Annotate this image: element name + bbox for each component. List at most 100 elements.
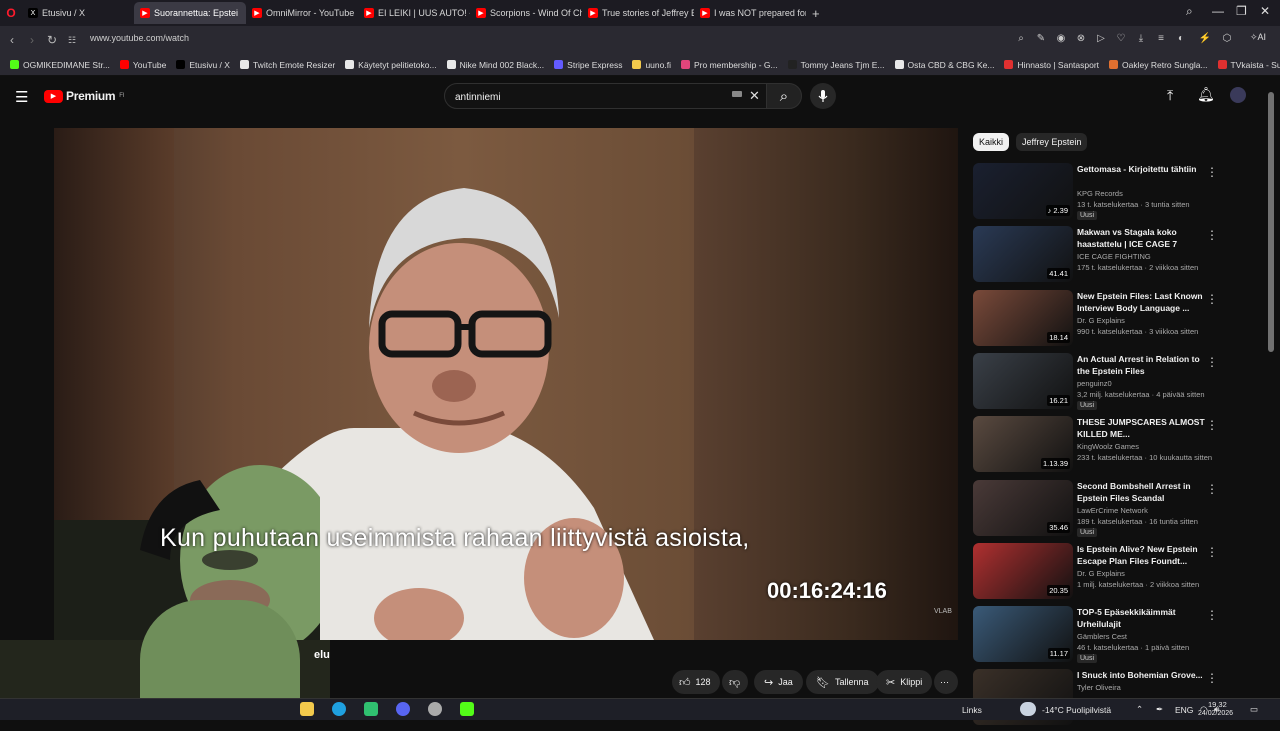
recommendation-thumbnail[interactable]: 11.17 <box>973 606 1073 663</box>
recommendation-channel[interactable]: ICE CAGE FIGHTING <box>1077 252 1151 261</box>
browser-tab[interactable]: X Etusivu / X <box>22 2 134 24</box>
browser-tab[interactable]: ▶ Scorpions - Wind Of Chan <box>470 2 582 24</box>
recommendation-channel[interactable]: Dr. G Explains <box>1077 316 1125 325</box>
more-vert-icon[interactable]: ⋮ <box>1206 165 1218 179</box>
more-actions-button[interactable]: ⋯ <box>934 670 958 694</box>
download-icon[interactable]: ⤓ <box>1134 33 1148 47</box>
wallet-icon[interactable]: ⬡ <box>1220 33 1234 47</box>
chip-jeffrey-epstein[interactable]: Jeffrey Epstein <box>1016 133 1088 151</box>
recommendation-channel[interactable]: Dr. G Explains <box>1077 569 1125 578</box>
recommendation-thumbnail[interactable]: 18.14 <box>973 289 1073 346</box>
voice-search-button[interactable] <box>810 83 836 109</box>
new-tab-button[interactable]: + <box>812 6 820 21</box>
recommendation-title[interactable]: THESE JUMPSCARES ALMOST KILLED ME... <box>1077 416 1205 440</box>
recommendation-title[interactable]: Second Bombshell Arrest in Epstein Files… <box>1077 480 1205 504</box>
site-info-icon[interactable]: ☷ <box>62 35 82 46</box>
reload-icon[interactable]: ↻ <box>42 33 62 47</box>
recommendation-thumbnail[interactable]: 1.13.39 <box>973 416 1073 473</box>
edit-icon[interactable]: ✎ <box>1034 33 1048 47</box>
notification-center-icon[interactable]: ▭ <box>1250 704 1258 715</box>
youtube-premium-logo[interactable]: ▶ Premium FI <box>44 89 125 103</box>
recommendation-channel[interactable]: penguinz0 <box>1077 379 1112 388</box>
heart-icon[interactable]: ♡ <box>1114 33 1128 47</box>
recommendation-item[interactable]: 16.21 An Actual Arrest in Relation to the… <box>973 352 1263 415</box>
bookmark-item[interactable]: Stripe Express <box>554 60 622 70</box>
recommendation-item[interactable]: 35.46 Second Bombshell Arrest in Epstein … <box>973 479 1263 542</box>
taskbar-settings-icon[interactable] <box>428 702 442 716</box>
search-button[interactable]: ⌕ <box>766 83 802 109</box>
clip-button[interactable]: ✂ Klippi <box>876 670 933 694</box>
avatar[interactable] <box>1230 87 1246 103</box>
language-indicator[interactable]: ENG <box>1175 705 1193 715</box>
recommendation-item[interactable]: 1.13.39 THESE JUMPSCARES ALMOST KILLED ME… <box>973 416 1263 478</box>
maximize-button[interactable]: ❐ <box>1236 4 1247 18</box>
recommendation-thumbnail[interactable]: 35.46 <box>973 479 1073 536</box>
bookmark-item[interactable]: Nike Mind 002 Black... <box>446 60 544 70</box>
clear-search-icon[interactable]: ✕ <box>749 88 760 104</box>
recommendation-thumbnail[interactable]: 20.35 <box>973 542 1073 599</box>
bookmark-item[interactable]: Tommy Jeans Tjm E... <box>787 60 885 70</box>
share-button[interactable]: ↪ Jaa <box>754 670 803 694</box>
search-tabs-icon[interactable]: ⌕ <box>1186 4 1193 19</box>
recommendation-item[interactable]: 11.17 TOP-5 Epäsekkikäimmät Urheilulajit G… <box>973 606 1263 668</box>
clock-time[interactable]: 19.32 <box>1208 700 1227 709</box>
more-vert-icon[interactable]: ⋮ <box>1206 228 1218 242</box>
save-button[interactable]: 🔖︎ Tallenna <box>806 670 879 694</box>
recommendation-title[interactable]: Gettomasa - Kirjoitettu tähtiin <box>1077 163 1205 175</box>
bookmark-item[interactable]: Oakley Retro Sungla... <box>1109 60 1208 70</box>
bookmark-item[interactable]: Etusivu / X <box>176 60 230 70</box>
vpn-icon[interactable]: ⊗ <box>1074 33 1088 47</box>
recommendation-thumbnail[interactable]: 41.41 <box>973 226 1073 283</box>
bookmark-item[interactable]: Käytetyt pelitietoko... <box>345 60 437 70</box>
more-vert-icon[interactable]: ⋮ <box>1206 418 1218 432</box>
close-window-button[interactable]: ✕ <box>1260 4 1270 18</box>
dislike-button[interactable]: 👎︎ <box>722 670 748 694</box>
more-vert-icon[interactable]: ⋮ <box>1206 608 1218 622</box>
more-vert-icon[interactable]: ⋮ <box>1206 292 1218 306</box>
notifications-icon[interactable]: 🔔︎ <box>1197 86 1215 103</box>
browser-tab[interactable]: ▶ OmniMirror - YouTube <box>246 2 358 24</box>
recommendation-item[interactable]: 41.41 Makwan vs Stagala koko haastattelu … <box>973 226 1263 288</box>
taskbar-discord-icon[interactable] <box>396 702 410 716</box>
recommendation-title[interactable]: Makwan vs Stagala koko haastattelu | ICE… <box>1077 226 1205 250</box>
play-icon[interactable]: ▷ <box>1094 33 1108 47</box>
recommendation-item[interactable]: 20.35 Is Epstein Alive? New Epstein Escap… <box>973 542 1263 605</box>
browser-tab[interactable]: ▶ EI LEIKI | UUS AUTO! - You <box>358 2 470 24</box>
recommendation-title[interactable]: I Snuck into Bohemian Grove... <box>1077 669 1205 681</box>
taskbar-app-icon[interactable] <box>364 702 378 716</box>
bookmark-item[interactable]: Pro membership - G... <box>680 60 778 70</box>
search-input[interactable]: antinniemi <box>444 83 770 109</box>
keyboard-icon[interactable] <box>732 91 742 97</box>
clock-date[interactable]: 24/02/2026 <box>1198 710 1233 717</box>
recommendation-title[interactable]: Is Epstein Alive? New Epstein Escape Pla… <box>1077 543 1205 567</box>
video-player[interactable] <box>54 128 958 640</box>
bookmark-item[interactable]: Osta CBD & CBG Ke... <box>894 60 994 70</box>
hamburger-menu-icon[interactable]: ☰ <box>15 88 28 106</box>
more-vert-icon[interactable]: ⋮ <box>1206 355 1218 369</box>
more-vert-icon[interactable]: ⋮ <box>1206 671 1218 685</box>
extension-icon[interactable]: ⚡ <box>1198 33 1212 47</box>
menu-icon[interactable]: ≡ <box>1154 33 1168 47</box>
recommendation-channel[interactable]: KPG Records <box>1077 189 1123 198</box>
back-icon[interactable]: ‹ <box>2 33 22 47</box>
bookmark-item[interactable]: YouTube <box>119 60 166 70</box>
recommendation-title[interactable]: An Actual Arrest in Relation to the Epst… <box>1077 353 1205 377</box>
bookmark-item[interactable]: Hinnasto | Santasport <box>1004 60 1099 70</box>
taskbar-file-explorer-icon[interactable] <box>300 702 314 716</box>
recommendation-channel[interactable]: Tyler Oliveira <box>1077 683 1121 692</box>
bookmark-item[interactable]: Twitch Emote Resizer <box>239 60 335 70</box>
recommendation-title[interactable]: New Epstein Files: Last Known Interview … <box>1077 290 1205 314</box>
camera-icon[interactable]: ◉ <box>1054 33 1068 47</box>
browser-tab[interactable]: ▶ True stories of Jeffrey Epst <box>582 2 694 24</box>
opera-logo-icon[interactable]: O <box>0 6 22 20</box>
upload-icon[interactable]: ⤒ <box>1167 87 1173 104</box>
recommendation-thumbnail[interactable]: ♪ 2.39 <box>973 163 1073 219</box>
url-field[interactable]: www.youtube.com/watch <box>90 33 189 43</box>
pen-icon[interactable]: ✒ <box>1156 704 1163 715</box>
taskbar-edge-icon[interactable] <box>332 702 346 716</box>
page-scrollbar[interactable] <box>1268 92 1274 352</box>
more-vert-icon[interactable]: ⋮ <box>1206 545 1218 559</box>
browser-tab[interactable]: ▶ I was NOT prepared for th <box>694 2 806 24</box>
minimize-button[interactable]: — <box>1212 4 1224 18</box>
browser-tab[interactable]: ▶ Suorannettua: Epstei <box>134 2 246 24</box>
